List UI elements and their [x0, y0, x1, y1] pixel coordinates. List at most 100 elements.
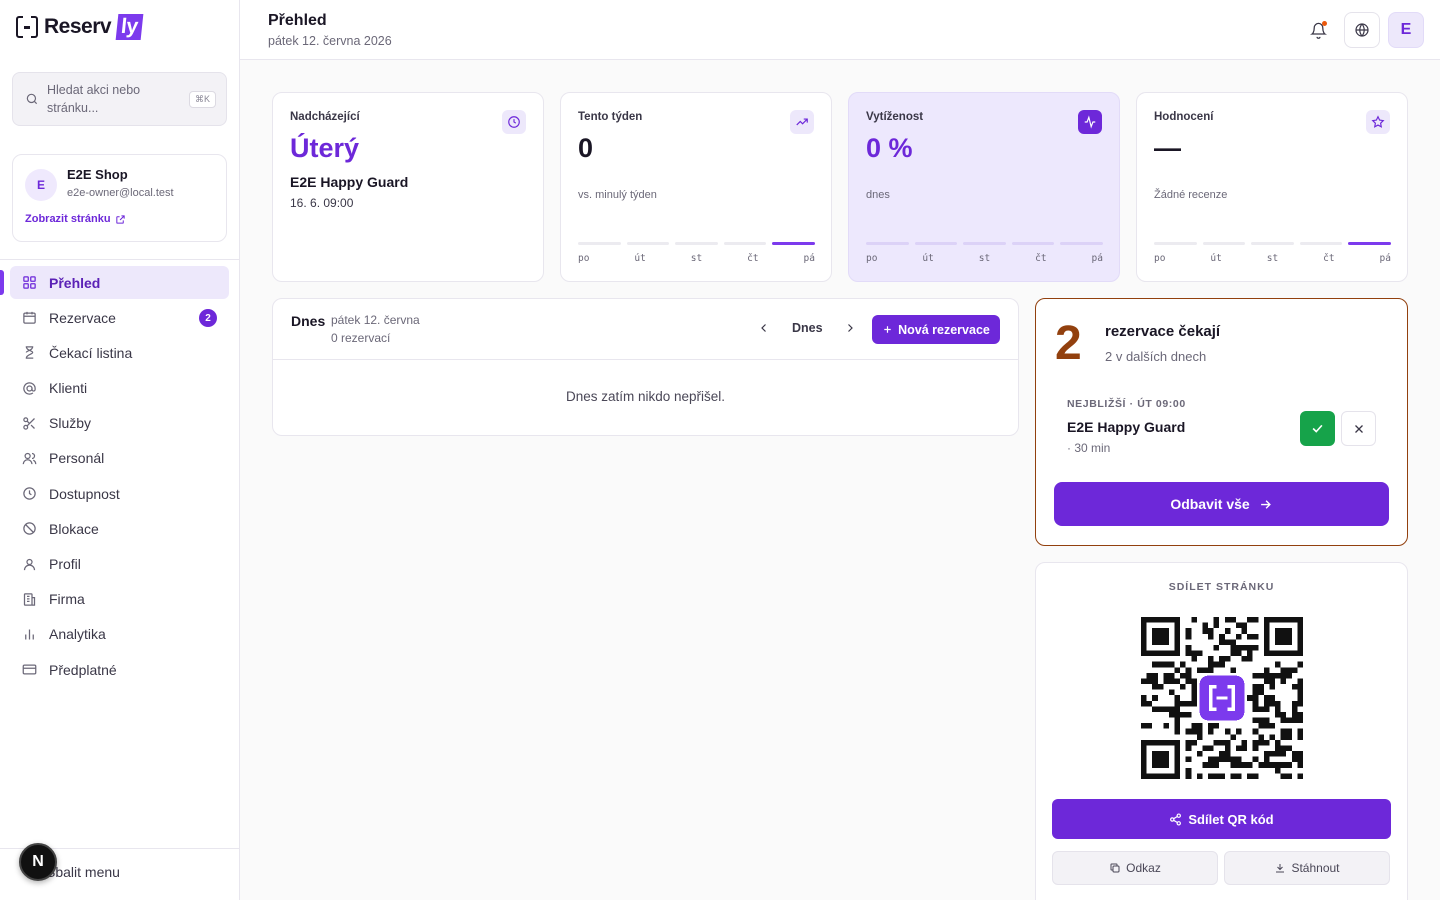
upcoming-label: Nadcházející: [290, 111, 360, 123]
brand-name: Reserv: [44, 15, 112, 38]
today-header: Dnes pátek 12. června 0 rezervací Dnes N…: [273, 299, 1018, 360]
brand-logo[interactable]: Reserv ly: [16, 14, 143, 40]
day-label: út: [922, 253, 934, 264]
share-qr-button[interactable]: Sdílet QR kód: [1052, 799, 1391, 839]
sidebar-item-profil[interactable]: Profil: [10, 548, 229, 581]
download-label: Stáhnout: [1291, 861, 1340, 875]
pending-title: rezervace čekají: [1105, 323, 1221, 340]
clock-icon: [23, 487, 36, 500]
at-icon: [23, 381, 36, 395]
dev-tools-badge[interactable]: N: [19, 843, 57, 881]
page-title: Přehled: [268, 12, 327, 29]
qr-code[interactable]: [1141, 617, 1303, 779]
language-button[interactable]: [1344, 12, 1380, 48]
upcoming-card[interactable]: Nadcházející Úterý E2E Happy Guard 16. 6…: [272, 92, 544, 282]
next-day-button[interactable]: [841, 319, 859, 337]
notifications-button[interactable]: [1300, 12, 1336, 48]
share-icon: [1170, 812, 1182, 826]
day-label: út: [634, 253, 646, 264]
sidebar-item-label: Rezervace: [49, 309, 116, 326]
day-label: čt: [1035, 253, 1047, 264]
sidebar-item-rezervace[interactable]: Rezervace 2: [10, 301, 229, 334]
copy-link-button[interactable]: Odkaz: [1052, 851, 1218, 885]
day-bar: [1154, 242, 1197, 245]
dispatch-all-button[interactable]: Odbavit vše: [1054, 482, 1389, 526]
dispatch-all-label: Odbavit vše: [1170, 496, 1250, 512]
sidebar-item-label: Profil: [49, 556, 81, 572]
sidebar-item-label: Klienti: [49, 380, 88, 397]
day-labels: po út st čt pá: [1154, 253, 1391, 264]
search-shortcut: ⌘K: [188, 90, 216, 108]
upcoming-day: Úterý: [290, 133, 360, 163]
collapse-menu-button[interactable]: Sbalit menu: [46, 864, 120, 880]
day-bar: [578, 242, 621, 245]
page-date: pátek 12. června 2026: [268, 34, 392, 48]
shop-card: E E2E Shop e2e-owner@local.test Zobrazit…: [12, 154, 227, 242]
search-input[interactable]: Hledat akci nebo stránku... ⌘K: [12, 72, 227, 126]
confirm-reservation-button[interactable]: [1300, 411, 1335, 446]
sidebar-item-sluzby[interactable]: Služby: [10, 407, 229, 440]
occupancy-value: 0 %: [866, 133, 913, 163]
day-label: čt: [747, 253, 759, 264]
search-placeholder: Hledat akci nebo stránku...: [47, 83, 141, 115]
download-qr-button[interactable]: Stáhnout: [1224, 851, 1390, 885]
page-header: Přehled pátek 12. června 2026 E: [240, 0, 1440, 60]
arrow-right-icon: [1260, 499, 1271, 509]
day-bar: [1011, 242, 1055, 245]
day-bar-current: [772, 242, 815, 245]
sidebar-item-blokace[interactable]: Blokace: [10, 512, 229, 545]
day-bar: [963, 242, 1006, 245]
week-value: 0: [578, 133, 594, 163]
prev-day-button[interactable]: [755, 319, 773, 337]
sidebar-item-cekaci-listina[interactable]: Čekací listina: [10, 336, 229, 369]
share-title: SDÍLET STRÁNKU: [1168, 581, 1275, 593]
scissors-icon: [23, 417, 35, 430]
reject-reservation-button[interactable]: [1341, 411, 1376, 446]
week-sub: vs. minulý týden: [578, 189, 657, 201]
new-reservation-button[interactable]: Nová rezervace: [872, 315, 1000, 344]
credit-card-icon: [22, 664, 37, 675]
day-bar: [914, 242, 958, 245]
sidebar-item-firma[interactable]: Firma: [10, 583, 229, 616]
sidebar-item-dostupnost[interactable]: Dostupnost: [10, 477, 229, 510]
brand-accent: ly: [115, 14, 143, 40]
sidebar-item-label: Blokace: [49, 520, 99, 537]
sidebar-divider: [0, 259, 239, 260]
next-reservation-kicker: NEJBLIŽŠÍ · ÚT 09:00: [1067, 398, 1186, 410]
sidebar-item-personal[interactable]: Personál: [10, 442, 229, 475]
close-icon: [1354, 424, 1363, 433]
sidebar-item-predplatne[interactable]: Předplatné: [10, 653, 229, 686]
share-page-card: SDÍLET STRÁNKU Sdílet QR kód Odkaz Stáhn…: [1035, 562, 1408, 900]
occupancy-card[interactable]: Vytíženost 0 % dnes po út st čt pá: [848, 92, 1120, 282]
week-card[interactable]: Tento týden 0 vs. minulý týden po út st čt p…: [560, 92, 832, 282]
sidebar-item-analytika[interactable]: Analytika: [10, 618, 229, 651]
view-page-link[interactable]: Zobrazit stránku: [25, 213, 126, 225]
today-date: pátek 12. června: [331, 313, 420, 327]
bar-chart-icon: [25, 629, 34, 640]
calendar-icon: [23, 312, 36, 324]
day-label: pá: [1379, 253, 1391, 264]
external-link-icon: [115, 214, 125, 224]
today-button[interactable]: Dnes: [792, 321, 823, 335]
today-count: 0 rezervací: [331, 331, 391, 345]
users-icon: [22, 452, 37, 465]
rating-sub: Žádné recenze: [1154, 189, 1228, 201]
day-bar: [1251, 242, 1294, 245]
shop-name: E2E Shop: [67, 167, 128, 182]
day-bar: [1202, 242, 1246, 245]
sidebar-item-label: Přehled: [49, 274, 101, 291]
occupancy-sub: dnes: [866, 189, 890, 201]
day-labels: po út st čt pá: [866, 253, 1103, 264]
star-icon: [1366, 110, 1390, 134]
sidebar-item-label: Firma: [49, 591, 85, 608]
today-empty-state: Dnes zatím nikdo nepřišel.: [565, 389, 726, 404]
sidebar-item-label: Služby: [49, 415, 92, 432]
day-label: pá: [803, 253, 815, 264]
user-avatar-button[interactable]: E: [1388, 12, 1424, 48]
rating-card[interactable]: Hodnocení — Žádné recenze po út st čt pá: [1136, 92, 1408, 282]
chevron-left-icon: [761, 324, 766, 332]
sidebar-item-label: Čekací listina: [49, 344, 133, 361]
next-reservation-name: E2E Happy Guard: [1067, 419, 1186, 435]
sidebar-item-klienti[interactable]: Klienti: [10, 372, 229, 405]
sidebar-item-prehled[interactable]: Přehled: [0, 266, 229, 299]
